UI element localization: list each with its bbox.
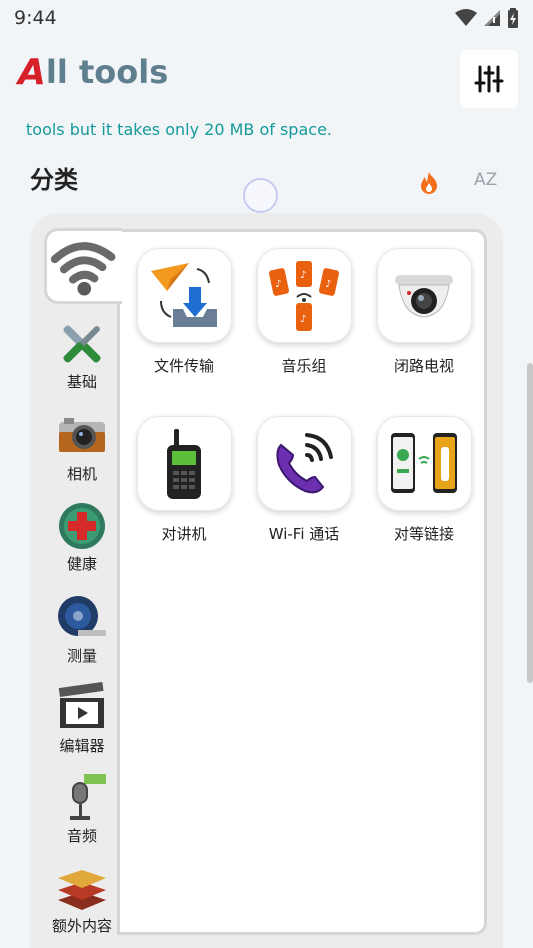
tool-file-transfer[interactable]: 文件传输 — [124, 248, 244, 376]
category-camera[interactable]: 相机 — [44, 410, 120, 484]
tool-wifi-call[interactable]: Wi-Fi 通话 — [244, 416, 364, 544]
logo-letter-a: A — [18, 51, 46, 93]
tool-label: Wi-Fi 通话 — [268, 525, 340, 543]
category-measure[interactable]: 测量 — [44, 592, 120, 666]
tool-label: 音乐组 — [281, 357, 327, 375]
tool-walkie-talkie[interactable]: 对讲机 — [124, 416, 244, 544]
peer-link-icon — [391, 432, 457, 493]
tool-icon-box — [256, 416, 352, 511]
category-label: 编辑器 — [59, 737, 105, 755]
svg-text:♪: ♪ — [300, 270, 306, 281]
category-extra[interactable]: 额外内容 — [44, 862, 120, 936]
status-time: 9:44 — [14, 7, 57, 29]
category-label: 健康 — [66, 555, 97, 573]
svg-text:♪: ♪ — [325, 279, 331, 290]
category-audio[interactable]: 音频 — [44, 772, 120, 846]
section-title: 分类 — [30, 166, 78, 194]
file-transfer-icon — [151, 262, 217, 327]
category-label: 音频 — [66, 827, 97, 845]
category-label: 测量 — [66, 647, 97, 665]
tool-icon-box — [136, 248, 232, 343]
category-label: 额外内容 — [51, 917, 112, 935]
tool-label: 对等链接 — [393, 525, 454, 543]
health-icon — [59, 503, 105, 549]
cell-signal-icon — [484, 10, 500, 26]
camera-icon — [59, 418, 105, 452]
wifi-call-icon — [276, 432, 333, 493]
tool-music-group[interactable]: ♪ ♪ ♪ ♪ 音乐组 — [244, 248, 364, 376]
app-logo: A ll tools — [18, 50, 168, 94]
tool-peer-link[interactable]: 对等链接 — [364, 416, 484, 544]
category-health[interactable]: 健康 — [44, 500, 120, 574]
logo-text: ll tools — [45, 53, 169, 91]
sliders-icon — [474, 65, 504, 93]
cctv-icon — [395, 274, 453, 318]
status-bar: 9:44 — [0, 0, 533, 36]
category-wifi[interactable] — [44, 232, 120, 300]
walkie-talkie-icon — [167, 428, 201, 499]
microphone-icon — [70, 774, 106, 820]
fire-icon[interactable] — [416, 170, 442, 196]
tool-label: 对讲机 — [161, 525, 207, 543]
tool-icon-box — [376, 248, 472, 343]
settings-button[interactable] — [460, 50, 518, 108]
svg-text:♪: ♪ — [275, 279, 281, 290]
status-icons — [455, 8, 519, 28]
tool-label: 文件传输 — [153, 357, 214, 375]
tool-icon-box — [136, 416, 232, 511]
music-group-icon: ♪ ♪ ♪ ♪ — [269, 260, 339, 331]
tape-measure-icon — [58, 596, 106, 636]
tool-icon-box — [376, 416, 472, 511]
tool-cctv[interactable]: 闭路电视 — [364, 248, 484, 376]
category-label: 基础 — [66, 373, 97, 391]
loading-spinner — [243, 178, 278, 213]
category-label: 相机 — [66, 465, 97, 483]
tools-icon — [63, 325, 101, 363]
battery-icon — [508, 8, 518, 28]
stack-icon — [58, 870, 106, 910]
tool-icon-box: ♪ ♪ ♪ ♪ — [256, 248, 352, 343]
tool-label: 闭路电视 — [393, 357, 454, 375]
scrollbar[interactable] — [527, 363, 533, 683]
clapperboard-icon — [58, 682, 104, 728]
category-basic[interactable]: 基础 — [44, 318, 120, 392]
wifi-signal-icon — [455, 9, 477, 26]
tagline-marquee: tools but it takes only 20 MB of space. — [26, 120, 332, 139]
svg-text:♪: ♪ — [300, 314, 306, 325]
sort-az-button[interactable]: AZ — [474, 170, 497, 190]
wifi-icon — [50, 242, 116, 296]
category-editor[interactable]: 编辑器 — [44, 682, 120, 756]
